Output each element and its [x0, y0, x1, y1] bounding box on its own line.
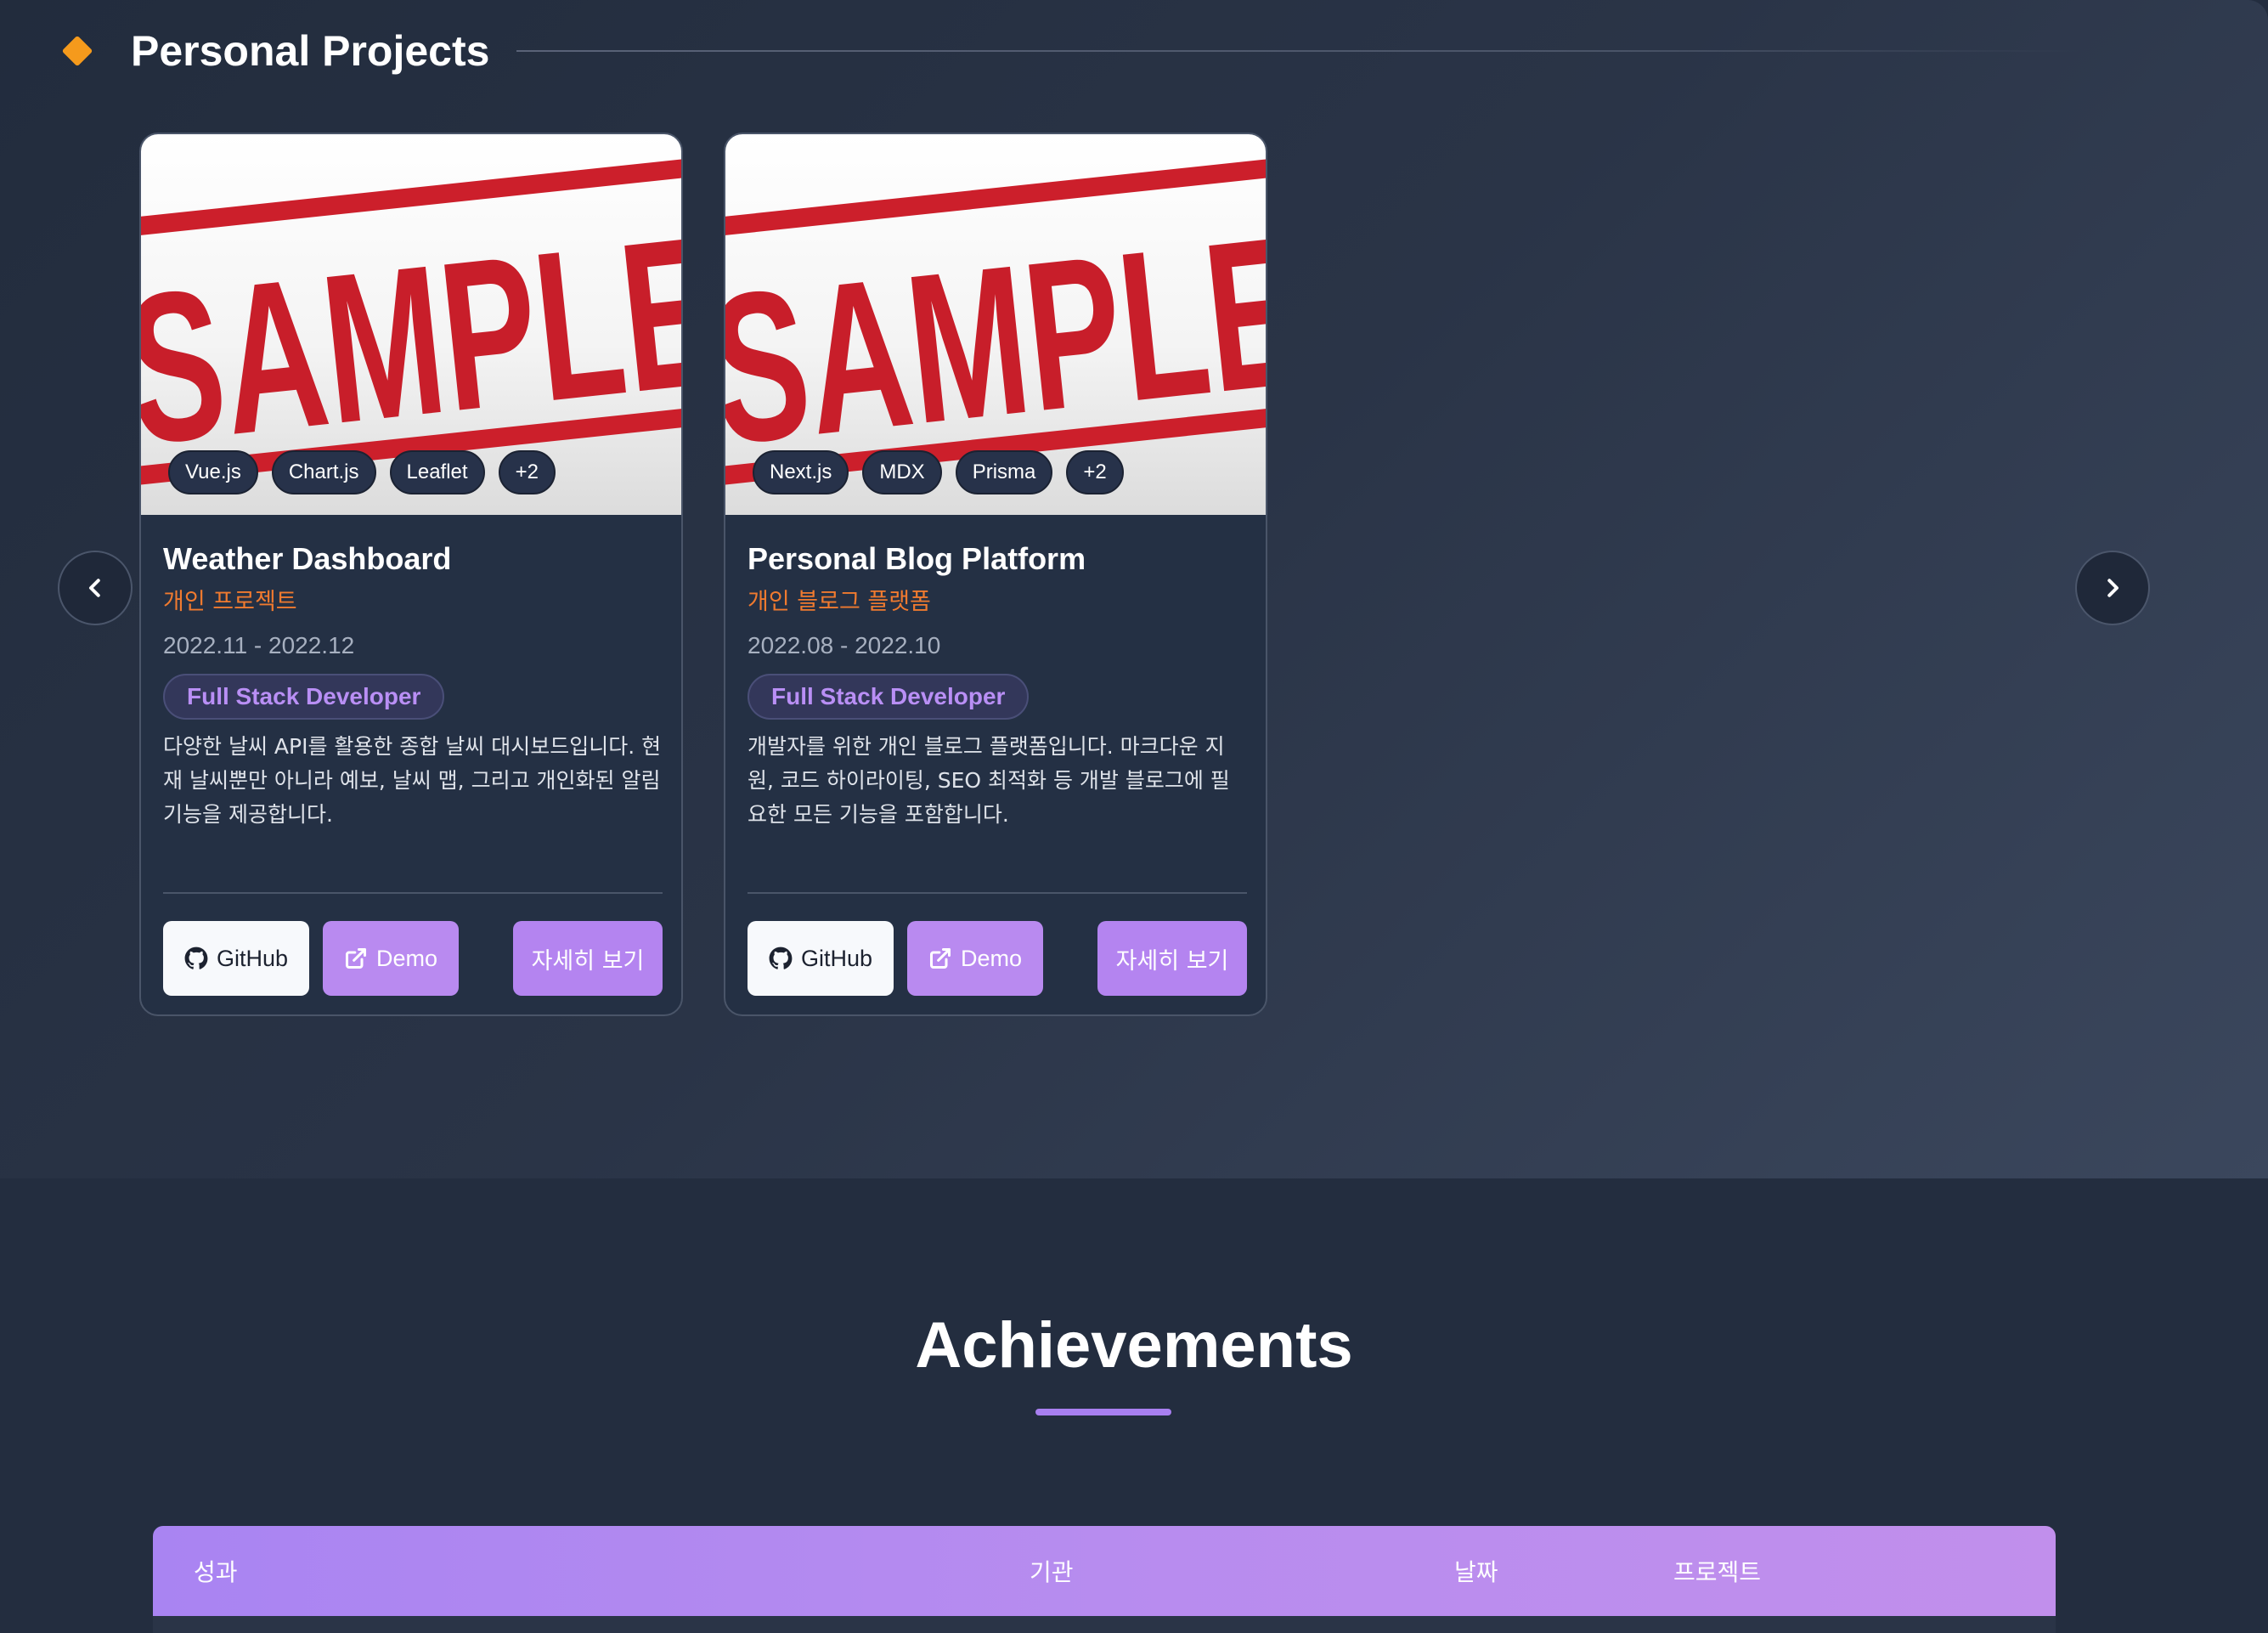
svg-text:SAMPLE: SAMPLE — [725, 190, 1266, 489]
card-divider — [163, 892, 663, 894]
project-description: 개발자를 위한 개인 블로그 플랫폼입니다. 마크다운 지원, 코드 하이라이팅… — [748, 733, 1230, 827]
achievements-table-header: 성과 기관 날짜 프로젝트 — [153, 1526, 2056, 1616]
card-body: Weather Dashboard 개인 프로젝트 2022.11 - 2022… — [163, 540, 663, 832]
view-details-button[interactable]: 자세히 보기 — [513, 921, 663, 996]
section-header: Personal Projects — [58, 24, 2079, 78]
github-icon — [769, 946, 793, 969]
diamond-icon — [61, 35, 93, 67]
tech-tag-more: +2 — [498, 450, 556, 494]
header-divider — [516, 50, 2079, 52]
details-label: 자세히 보기 — [531, 947, 645, 975]
details-label: 자세히 보기 — [1115, 947, 1229, 975]
view-details-button[interactable]: 자세히 보기 — [1097, 921, 1247, 996]
tech-tag: Leaflet — [389, 450, 485, 494]
personal-projects-section: Personal Projects SAMPLE Vue.js Chart.js… — [0, 0, 2268, 1178]
title-underline — [1035, 1409, 1171, 1415]
external-link-icon — [345, 947, 367, 969]
project-description: 다양한 날씨 API를 활용한 종합 날씨 대시보드입니다. 현재 날씨뿐만 아… — [163, 733, 662, 827]
svg-text:SAMPLE: SAMPLE — [141, 190, 681, 489]
card-actions: GitHub Demo 자세히 보기 — [163, 921, 663, 996]
project-card[interactable]: SAMPLE Vue.js Chart.js Leaflet +2 Weathe… — [139, 133, 683, 1016]
demo-label: Demo — [960, 945, 1023, 971]
tech-tag: Vue.js — [168, 450, 258, 494]
github-button[interactable]: GitHub — [748, 921, 894, 996]
demo-button[interactable]: Demo — [907, 921, 1043, 996]
project-card[interactable]: SAMPLE Next.js MDX Prisma +2 Personal Bl… — [724, 133, 1267, 1016]
project-thumbnail: SAMPLE Vue.js Chart.js Leaflet +2 — [141, 134, 681, 515]
card-divider — [748, 892, 1247, 894]
project-subtitle: 개인 블로그 플랫폼 — [748, 589, 931, 616]
achievements-title: Achievements — [915, 1309, 1353, 1382]
project-thumbnail: SAMPLE Next.js MDX Prisma +2 — [725, 134, 1266, 515]
chevron-left-icon — [89, 579, 100, 597]
tech-tags: Vue.js Chart.js Leaflet +2 — [168, 450, 556, 494]
github-button[interactable]: GitHub — [163, 921, 309, 996]
tech-tag-more: +2 — [1066, 450, 1124, 494]
card-actions: GitHub Demo 자세히 보기 — [748, 921, 1247, 996]
tech-tag: Next.js — [753, 450, 849, 494]
achievements-table-body — [153, 1616, 2056, 1633]
tech-tag: MDX — [862, 450, 942, 494]
external-link-icon — [929, 947, 951, 969]
demo-button[interactable]: Demo — [323, 921, 459, 996]
project-title: Weather Dashboard — [163, 541, 452, 576]
demo-label: Demo — [375, 945, 438, 971]
tech-tag: Prisma — [955, 450, 1053, 494]
column-header-organization[interactable]: 기관 — [1030, 1526, 1074, 1616]
github-icon — [184, 946, 208, 969]
section-title: Personal Projects — [131, 27, 490, 75]
github-label: GitHub — [216, 945, 289, 971]
tech-tags: Next.js MDX Prisma +2 — [753, 450, 1124, 494]
project-date: 2022.11 - 2022.12 — [163, 632, 355, 659]
column-header-achievement[interactable]: 성과 — [194, 1526, 238, 1616]
card-body: Personal Blog Platform 개인 블로그 플랫폼 2022.0… — [748, 540, 1247, 832]
column-header-project[interactable]: 프로젝트 — [1673, 1526, 1761, 1616]
project-subtitle: 개인 프로젝트 — [163, 589, 297, 616]
chevron-right-icon — [2107, 579, 2118, 597]
carousel-prev-button[interactable] — [58, 551, 133, 625]
project-title: Personal Blog Platform — [748, 541, 1086, 576]
column-header-date[interactable]: 날짜 — [1454, 1526, 1498, 1616]
tech-tag: Chart.js — [271, 450, 376, 494]
project-date: 2022.08 - 2022.10 — [748, 632, 941, 659]
role-badge: Full Stack Developer — [748, 673, 1030, 720]
carousel-next-button[interactable] — [2075, 551, 2150, 625]
role-badge: Full Stack Developer — [163, 673, 445, 720]
github-label: GitHub — [800, 945, 873, 971]
